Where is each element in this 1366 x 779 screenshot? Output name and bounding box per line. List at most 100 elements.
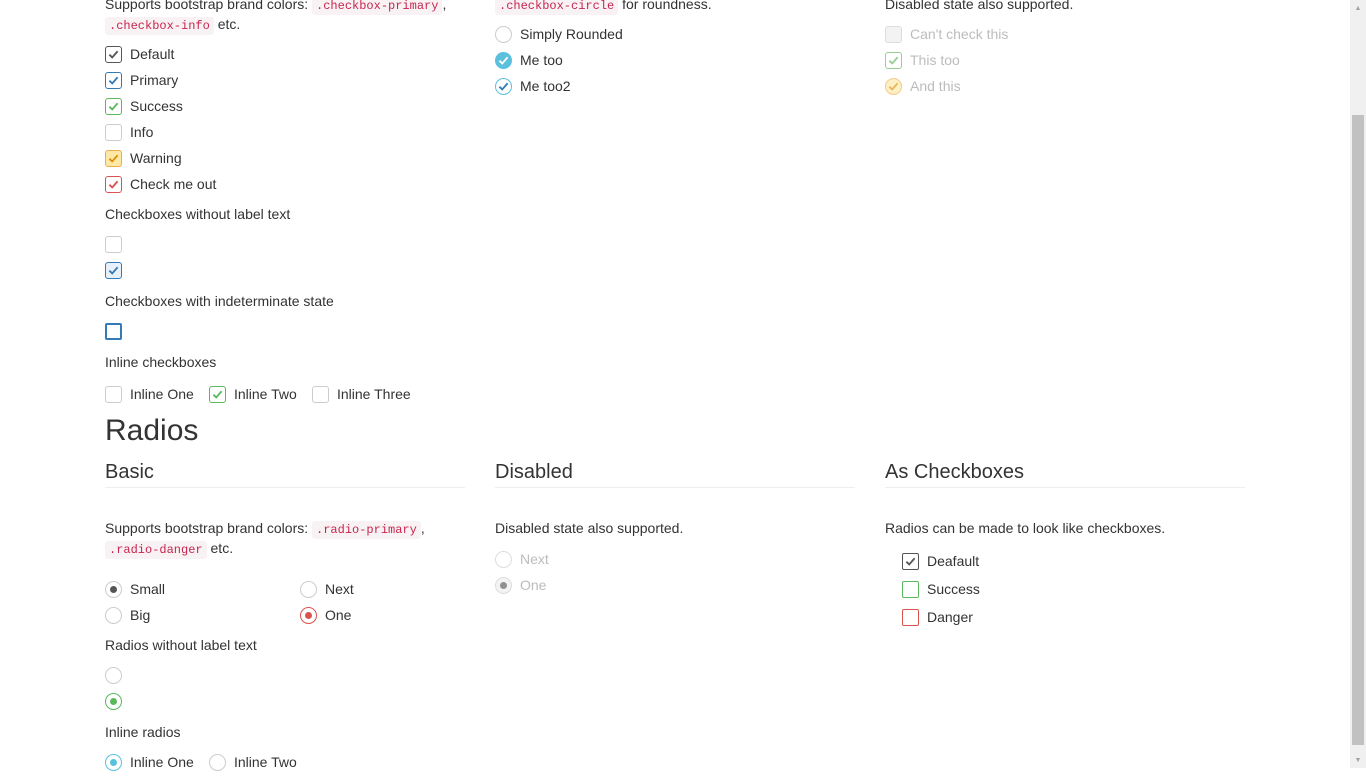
radio-inline-two[interactable]: Inline Two — [209, 752, 297, 772]
checkbox-indeterminate[interactable] — [105, 321, 122, 341]
radio-as-checkboxes-intro: Radios can be made to look like checkbox… — [885, 520, 1166, 536]
check-icon — [108, 266, 119, 275]
intro-text: Supports bootstrap brand colors: — [105, 520, 309, 536]
radio-circle[interactable] — [105, 692, 122, 710]
radio-circle[interactable] — [105, 580, 122, 598]
comma: , — [420, 520, 425, 536]
checkbox-box[interactable] — [105, 261, 122, 279]
comma: , — [442, 0, 447, 12]
checkbox-box[interactable] — [495, 25, 512, 43]
checkbox-primary[interactable]: Primary — [105, 70, 178, 90]
radio-circle — [495, 576, 512, 594]
checkbox-box[interactable] — [105, 322, 122, 340]
radio-label: One — [520, 577, 547, 593]
checkbox-box[interactable] — [209, 385, 226, 403]
radio-box[interactable] — [902, 608, 919, 626]
checkbox-label: Primary — [130, 72, 179, 88]
checkbox-box[interactable] — [105, 45, 122, 63]
radios-as-checkboxes-heading: As Checkboxes — [885, 461, 1024, 483]
radio-as-checkbox-success[interactable]: Success — [902, 579, 980, 599]
checkbox-box[interactable] — [495, 51, 512, 69]
checkbox-box[interactable] — [495, 77, 512, 95]
checkbox-no-label-heading: Checkboxes without label text — [105, 206, 291, 222]
radio-label: Next — [520, 551, 549, 567]
radio-box[interactable] — [902, 580, 919, 598]
radio-circle[interactable] — [300, 580, 317, 598]
radio-circle[interactable] — [105, 666, 122, 684]
divider — [885, 487, 1245, 488]
checkbox-label: Info — [130, 124, 154, 140]
checkbox-label: Check me out — [130, 176, 217, 192]
checkbox-label: Inline One — [130, 386, 194, 402]
radio-no-label-1[interactable] — [105, 665, 122, 685]
radio-label: Small — [130, 581, 166, 597]
radio-circle — [495, 550, 512, 568]
code-checkbox-circle: .checkbox-circle — [495, 0, 619, 15]
radio-one[interactable]: One — [300, 605, 351, 625]
radio-basic-intro-2: .radio-danger etc. — [105, 538, 233, 560]
radios-title: Radios — [105, 414, 199, 447]
checkbox-label: Me too2 — [520, 78, 571, 94]
code-radio-danger: .radio-danger — [105, 541, 207, 559]
check-icon — [888, 82, 899, 91]
checkbox-box[interactable] — [105, 149, 122, 167]
scrollbar-thumb[interactable] — [1352, 115, 1364, 745]
radio-label: Inline One — [130, 754, 194, 770]
radio-circle[interactable] — [300, 606, 317, 624]
check-icon — [108, 50, 119, 59]
radio-dot — [110, 758, 117, 766]
radio-next[interactable]: Next — [300, 579, 354, 599]
radio-small[interactable]: Small — [105, 579, 165, 599]
checkbox-box[interactable] — [105, 175, 122, 193]
radio-disabled-one: One — [495, 575, 546, 595]
checkbox-info[interactable]: Info — [105, 122, 153, 142]
radio-as-checkbox-danger[interactable]: Danger — [902, 607, 973, 627]
vertical-scrollbar[interactable]: ▲ ▼ — [1350, 0, 1366, 768]
checkbox-label: Success — [130, 98, 183, 114]
radio-no-label-2[interactable] — [105, 691, 122, 711]
checkbox-inline-three[interactable]: Inline Three — [312, 384, 411, 404]
radio-dot — [110, 585, 117, 593]
radio-disabled-intro: Disabled state also supported. — [495, 520, 684, 536]
checkbox-disabled-and-this: And this — [885, 76, 961, 96]
checkbox-box — [885, 51, 902, 69]
radio-inline-one[interactable]: Inline One — [105, 752, 194, 772]
checkbox-basic-intro-2: .checkbox-info etc. — [105, 14, 240, 36]
checkbox-box[interactable] — [105, 235, 122, 253]
radio-label: Inline Two — [234, 754, 297, 770]
scroll-up-arrow-icon[interactable]: ▲ — [1350, 0, 1366, 16]
checkbox-circle-intro: .checkbox-circle for roundness. — [495, 0, 712, 16]
radio-label: Danger — [927, 609, 973, 625]
radio-label: Deafault — [927, 553, 980, 569]
checkbox-check-me-out[interactable]: Check me out — [105, 174, 216, 194]
checkbox-warning[interactable]: Warning — [105, 148, 182, 168]
radio-as-checkbox-default[interactable]: Deafault — [902, 551, 979, 571]
checkbox-box[interactable] — [105, 71, 122, 89]
radio-circle[interactable] — [105, 606, 122, 624]
checkbox-box[interactable] — [105, 385, 122, 403]
checkbox-circle-me-too2[interactable]: Me too2 — [495, 76, 571, 96]
checkbox-inline-heading: Inline checkboxes — [105, 354, 217, 370]
checkbox-inline-two[interactable]: Inline Two — [209, 384, 297, 404]
scroll-down-arrow-icon[interactable]: ▼ — [1350, 752, 1366, 768]
checkbox-default[interactable]: Default — [105, 44, 174, 64]
check-icon — [498, 82, 509, 91]
checkbox-box[interactable] — [105, 97, 122, 115]
checkbox-box[interactable] — [312, 385, 329, 403]
checkbox-circle-simply-rounded[interactable]: Simply Rounded — [495, 24, 623, 44]
checkbox-label: This too — [910, 52, 960, 68]
intro-text: for roundness. — [622, 0, 712, 12]
checkbox-label: Default — [130, 46, 175, 62]
checkbox-inline-one[interactable]: Inline One — [105, 384, 194, 404]
radio-big[interactable]: Big — [105, 605, 150, 625]
checkbox-circle-me-too[interactable]: Me too — [495, 50, 563, 70]
radio-box[interactable] — [902, 552, 919, 570]
checkbox-disabled-this-too: This too — [885, 50, 960, 70]
checkbox-success[interactable]: Success — [105, 96, 183, 116]
radio-dot — [110, 697, 117, 705]
checkbox-box[interactable] — [105, 123, 122, 141]
checkbox-no-label-1[interactable] — [105, 234, 122, 254]
radio-label: Big — [130, 607, 151, 623]
checkbox-no-label-2[interactable] — [105, 260, 122, 280]
radio-no-label-heading: Radios without label text — [105, 637, 257, 653]
